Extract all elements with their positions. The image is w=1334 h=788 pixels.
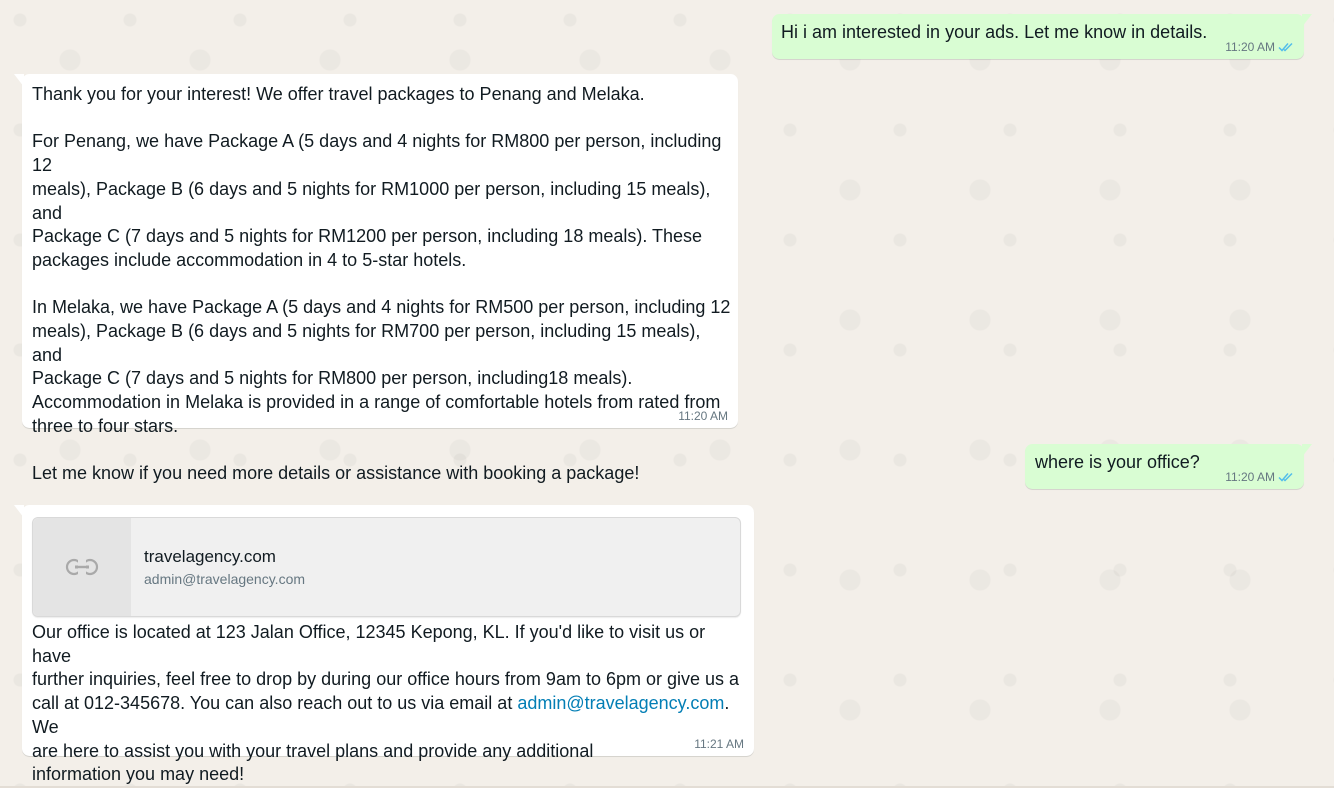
bubble-tail bbox=[1302, 14, 1312, 27]
message-text: Thank you for your interest! We offer tr… bbox=[32, 84, 731, 484]
link-icon bbox=[65, 558, 99, 576]
link-preview-title: travelagency.com bbox=[144, 547, 276, 566]
double-check-read-icon bbox=[1278, 472, 1293, 482]
link-preview-info: travelagency.com admin@travelagency.com bbox=[131, 518, 305, 616]
message-time: 11:20 AM bbox=[678, 409, 728, 423]
message-text: Our office is located at 123 Jalan Offic… bbox=[32, 621, 741, 787]
incoming-message[interactable]: Thank you for your interest! We offer tr… bbox=[14, 74, 738, 483]
double-check-read-icon bbox=[1278, 42, 1293, 52]
message-text: Hi i am interested in your ads. Let me k… bbox=[781, 22, 1208, 42]
link-preview-card[interactable]: travelagency.com admin@travelagency.com bbox=[32, 517, 741, 617]
message-time: 11:20 AM bbox=[1225, 40, 1275, 54]
bubble-tail bbox=[1302, 444, 1312, 457]
incoming-message[interactable]: travelagency.com admin@travelagency.com … bbox=[14, 505, 754, 784]
message-meta: 11:21 AM bbox=[694, 737, 744, 751]
link-preview-thumbnail bbox=[33, 518, 131, 616]
bubble-tail bbox=[14, 74, 24, 87]
outgoing-message[interactable]: where is your office? 11:20 AM bbox=[1025, 444, 1312, 489]
message-time: 11:20 AM bbox=[1225, 470, 1275, 484]
bubble-tail bbox=[14, 505, 24, 518]
link-preview-subtitle: admin@travelagency.com bbox=[144, 571, 306, 587]
message-meta: 11:20 AM bbox=[1225, 470, 1294, 484]
outgoing-message[interactable]: Hi i am interested in your ads. Let me k… bbox=[772, 14, 1312, 59]
message-time: 11:21 AM bbox=[694, 737, 744, 751]
message-meta: 11:20 AM bbox=[678, 409, 728, 423]
message-text: where is your office? bbox=[1035, 452, 1200, 472]
message-meta: 11:20 AM bbox=[1225, 40, 1294, 54]
email-link[interactable]: admin@travelagency.com bbox=[517, 693, 724, 713]
